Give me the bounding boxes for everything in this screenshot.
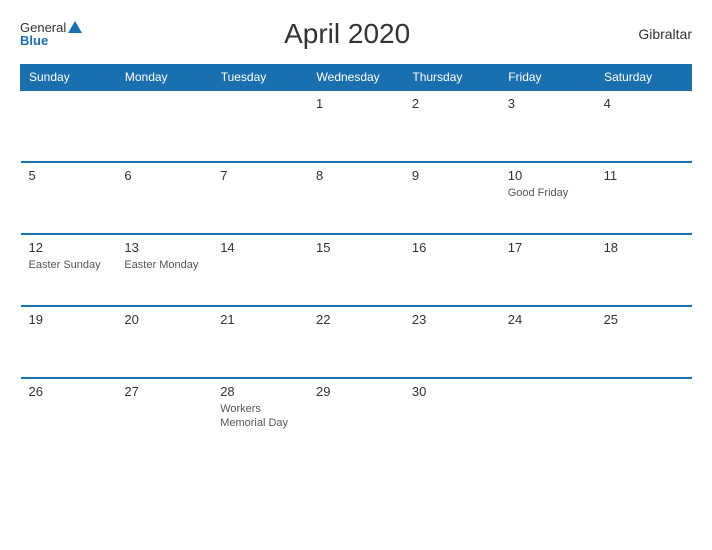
table-row: 17	[500, 234, 596, 306]
country-label: Gibraltar	[612, 26, 692, 42]
day-number: 19	[29, 312, 109, 327]
calendar-week-row: 56 7 8 9 10 Good Friday 11	[21, 162, 692, 234]
day-number: 2	[412, 96, 492, 111]
day-number: 21	[220, 312, 300, 327]
table-row: 5	[21, 162, 117, 234]
logo-blue-text: Blue	[20, 34, 48, 47]
calendar-header-row: Sunday Monday Tuesday Wednesday Thursday…	[21, 65, 692, 91]
page: General Blue April 2020 Gibraltar Sunday…	[0, 0, 712, 550]
table-row: 22	[308, 306, 404, 378]
table-row	[21, 90, 117, 162]
day-number: 14	[220, 240, 300, 255]
col-wednesday: Wednesday	[308, 65, 404, 91]
logo: General Blue	[20, 21, 82, 47]
table-row: 26	[21, 378, 117, 450]
day-number: 9	[412, 168, 492, 183]
day-number: 20	[124, 312, 204, 327]
table-row: 10 Good Friday	[500, 162, 596, 234]
col-friday: Friday	[500, 65, 596, 91]
day-number: 13	[124, 240, 204, 255]
table-row	[500, 378, 596, 450]
table-row: 19	[21, 306, 117, 378]
day-event: Workers Memorial Day	[220, 402, 300, 431]
table-row: 7	[212, 162, 308, 234]
day-number: 25	[604, 312, 684, 327]
day-event: Easter Sunday	[29, 258, 109, 272]
table-row: 3	[500, 90, 596, 162]
day-number: 23	[412, 312, 492, 327]
table-row	[596, 378, 692, 450]
table-row: 27	[116, 378, 212, 450]
calendar-week-row: 1 2 3 4	[21, 90, 692, 162]
day-number: 5	[29, 168, 109, 183]
day-number: 22	[316, 312, 396, 327]
table-row: 11	[596, 162, 692, 234]
day-number: 6	[124, 168, 204, 183]
day-number: 28	[220, 384, 300, 399]
col-saturday: Saturday	[596, 65, 692, 91]
calendar-week-row: 19 20 21 22 23 24 25	[21, 306, 692, 378]
day-number: 24	[508, 312, 588, 327]
table-row: 16	[404, 234, 500, 306]
col-sunday: Sunday	[21, 65, 117, 91]
day-number: 16	[412, 240, 492, 255]
table-row: 21	[212, 306, 308, 378]
table-row: 25	[596, 306, 692, 378]
day-number: 11	[604, 168, 684, 183]
table-row: 23	[404, 306, 500, 378]
calendar-table: Sunday Monday Tuesday Wednesday Thursday…	[20, 64, 692, 450]
table-row: 18	[596, 234, 692, 306]
calendar-title: April 2020	[82, 18, 612, 50]
table-row: 28 Workers Memorial Day	[212, 378, 308, 450]
day-number: 12	[29, 240, 109, 255]
table-row	[116, 90, 212, 162]
table-row: 4	[596, 90, 692, 162]
table-row: 13 Easter Monday	[116, 234, 212, 306]
table-row: 8	[308, 162, 404, 234]
day-event: Easter Monday	[124, 258, 204, 272]
table-row: 6	[116, 162, 212, 234]
day-number: 15	[316, 240, 396, 255]
day-number: 10	[508, 168, 588, 183]
table-row: 20	[116, 306, 212, 378]
table-row: 24	[500, 306, 596, 378]
day-number: 27	[124, 384, 204, 399]
logo-triangle-icon	[68, 21, 82, 33]
day-number: 30	[412, 384, 492, 399]
day-number: 26	[29, 384, 109, 399]
table-row: 14	[212, 234, 308, 306]
table-row	[212, 90, 308, 162]
table-row: 1	[308, 90, 404, 162]
day-number: 18	[604, 240, 684, 255]
day-number: 4	[604, 96, 684, 111]
day-number: 8	[316, 168, 396, 183]
col-tuesday: Tuesday	[212, 65, 308, 91]
day-number: 1	[316, 96, 396, 111]
day-number: 3	[508, 96, 588, 111]
table-row: 9	[404, 162, 500, 234]
table-row: 12 Easter Sunday	[21, 234, 117, 306]
day-number: 7	[220, 168, 300, 183]
calendar-week-row: 12 Easter Sunday 13 Easter Monday 14 15 16 17 18	[21, 234, 692, 306]
day-number: 17	[508, 240, 588, 255]
day-number: 29	[316, 384, 396, 399]
col-thursday: Thursday	[404, 65, 500, 91]
table-row: 15	[308, 234, 404, 306]
calendar-week-row: 26 27 28 Workers Memorial Day 29 30	[21, 378, 692, 450]
table-row: 29	[308, 378, 404, 450]
table-row: 2	[404, 90, 500, 162]
col-monday: Monday	[116, 65, 212, 91]
header: General Blue April 2020 Gibraltar	[20, 18, 692, 50]
table-row: 30	[404, 378, 500, 450]
day-event: Good Friday	[508, 186, 588, 200]
